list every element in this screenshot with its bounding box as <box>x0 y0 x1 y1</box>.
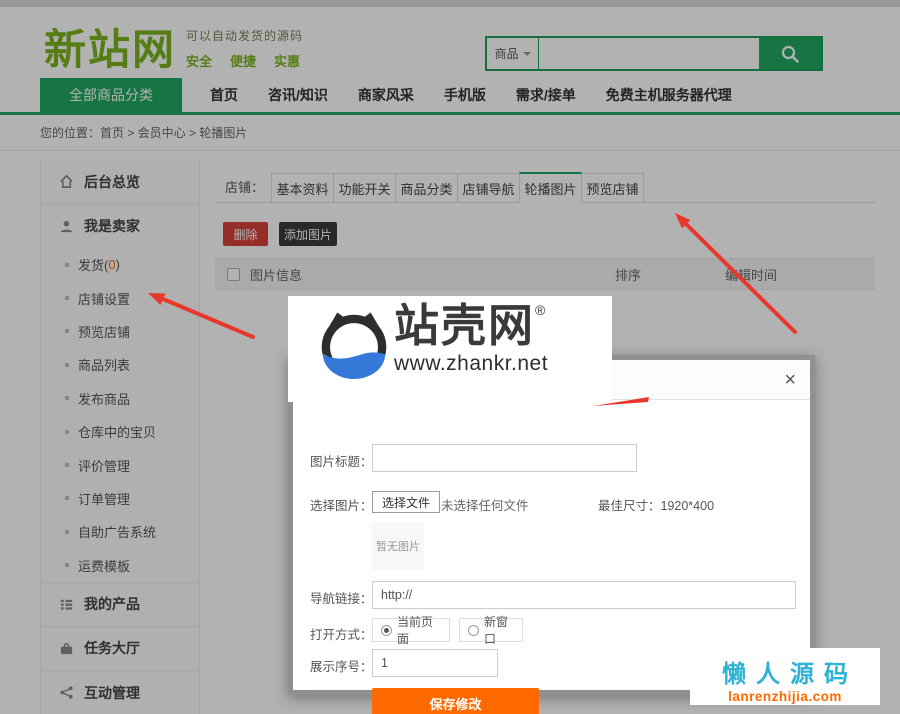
registered-mark: ® <box>535 302 545 318</box>
close-icon[interactable]: × <box>784 370 796 390</box>
cat-logo-icon <box>316 306 392 392</box>
choose-image-label: 选择图片： <box>310 495 373 514</box>
image-title-label: 图片标题： <box>310 451 373 470</box>
modal-body: 图片标题： 选择图片： 选择文件 未选择任何文件 最佳尺寸：1920*400 暂… <box>293 400 810 689</box>
no-file-text: 未选择任何文件 <box>441 495 529 514</box>
radio-label: 当前页面 <box>397 613 441 647</box>
save-button[interactable]: 保存修改 <box>372 688 539 714</box>
display-order-input[interactable] <box>372 649 498 677</box>
zhankr-watermark: 站壳网 ® www.zhankr.net <box>288 296 612 402</box>
nav-link-label: 导航链接： <box>310 588 373 607</box>
radio-selected-icon <box>381 625 392 636</box>
zhankr-text-block: 站壳网 ® www.zhankr.net <box>394 298 548 376</box>
radio-new-window[interactable]: 新窗口 <box>459 618 523 642</box>
lanren-url: lanrenzhijia.com <box>690 689 880 704</box>
nav-link-input[interactable] <box>372 581 796 609</box>
lanren-name: 懒人源码 <box>690 654 880 689</box>
lanren-watermark: 懒人源码 lanrenzhijia.com <box>690 648 880 705</box>
radio-unselected-icon <box>468 625 479 636</box>
no-image-placeholder: 暂无图片 <box>372 522 424 570</box>
radio-label: 新窗口 <box>484 613 514 647</box>
edit-banner-modal: × 图片标题： 选择图片： 选择文件 未选择任何文件 最佳尺寸：1920*400… <box>288 355 815 695</box>
best-size-hint: 最佳尺寸：1920*400 <box>598 495 714 514</box>
choose-file-button[interactable]: 选择文件 <box>372 491 440 513</box>
display-order-label: 展示序号： <box>310 656 373 675</box>
radio-current-page[interactable]: 当前页面 <box>372 618 450 642</box>
page: 新站网 可以自动发货的源码 安全 便捷 实惠 商品 全部商品分类 首页 咨讯/知… <box>0 0 900 714</box>
image-title-input[interactable] <box>372 444 637 472</box>
zhankr-site-name: 站壳网 <box>394 298 535 354</box>
open-mode-label: 打开方式： <box>310 624 373 643</box>
zhankr-url: www.zhankr.net <box>394 352 548 376</box>
